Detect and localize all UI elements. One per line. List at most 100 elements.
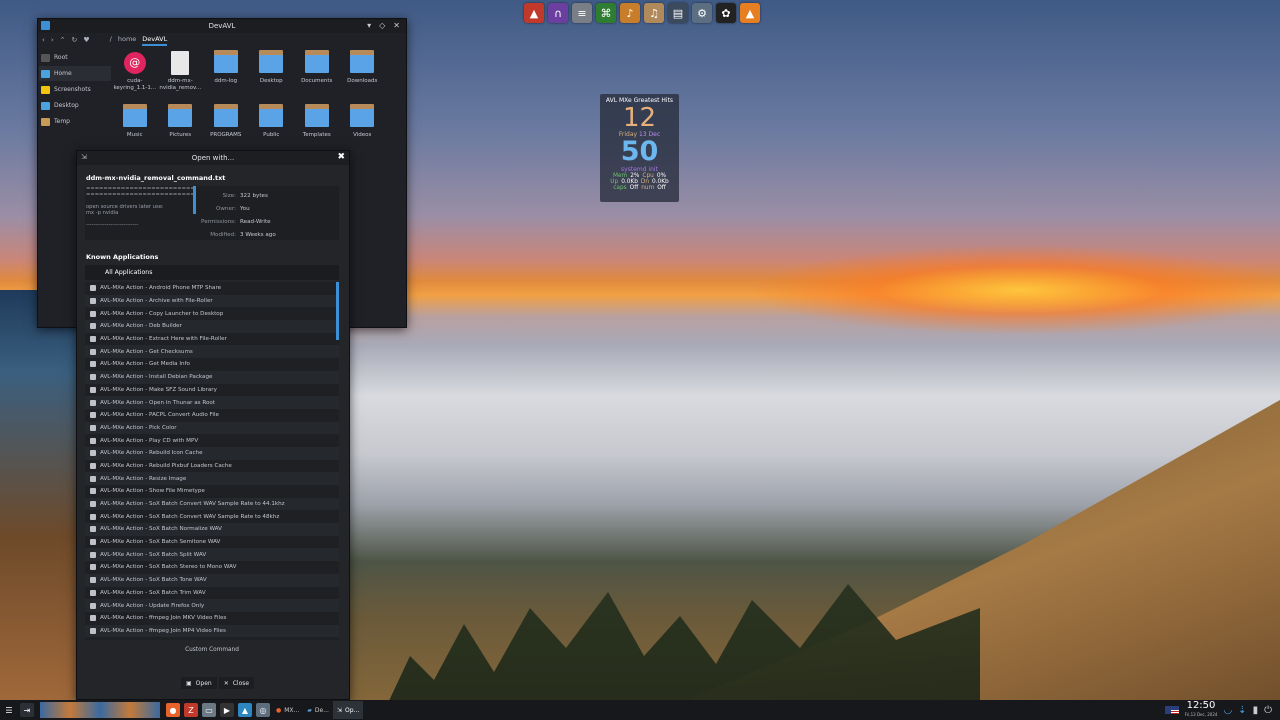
close-icon[interactable]: ✖ bbox=[337, 152, 345, 162]
sidebar-item-root[interactable]: Root bbox=[39, 50, 111, 65]
application-list-item[interactable]: AVL-MXe Action - Extract Here with File-… bbox=[85, 333, 339, 346]
network-icon[interactable]: ◡ bbox=[1223, 705, 1232, 716]
breadcrumb-home[interactable]: home bbox=[118, 35, 136, 46]
application-list-item[interactable]: AVL-MXe Action - SoX Batch Normalize WAV bbox=[85, 523, 339, 536]
flag-icon[interactable] bbox=[1164, 706, 1179, 714]
sidebar-item-screenshots[interactable]: Screenshots bbox=[39, 82, 111, 97]
sidebar-item-home[interactable]: Home bbox=[39, 66, 111, 81]
application-list-item[interactable]: AVL-MXe Action - PACPL Convert Audio Fil… bbox=[85, 409, 339, 422]
back-icon[interactable]: ‹ bbox=[42, 36, 45, 44]
application-list-item[interactable]: AVL-MXe Action - SoX Batch Convert WAV S… bbox=[85, 510, 339, 523]
application-list-item[interactable]: AVL-MXe Action - ffmpeg Join MP4 Video F… bbox=[85, 624, 339, 638]
forward-icon[interactable]: › bbox=[51, 36, 54, 44]
application-list-scrollbar[interactable] bbox=[336, 282, 339, 340]
task-firefox[interactable]: ● MX... bbox=[272, 701, 303, 719]
task-open-with[interactable]: ⇲ Op... bbox=[332, 701, 364, 719]
reload-icon[interactable]: ↻ bbox=[72, 36, 78, 44]
property-row: Permissions: Read-Write bbox=[201, 215, 276, 228]
audio-icon[interactable]: ♪ bbox=[620, 3, 640, 23]
application-list-item[interactable]: AVL-MXe Action - Show File Mimetype bbox=[85, 485, 339, 498]
application-icon bbox=[90, 526, 96, 533]
breadcrumb-devavl[interactable]: DevAVL bbox=[142, 35, 168, 46]
folder-item[interactable]: ddm-log bbox=[203, 50, 249, 100]
application-list-item[interactable]: AVL-MXe Action - SoX Batch Split WAV bbox=[85, 548, 339, 562]
application-list-item[interactable]: AVL-MXe Action - Make SFZ Sound Library bbox=[85, 384, 339, 397]
filezilla-icon[interactable]: Z bbox=[184, 703, 198, 717]
terminal-icon[interactable]: ⌘ bbox=[596, 3, 616, 23]
open-button[interactable]: ▣ Open bbox=[181, 677, 217, 689]
launcher-icon[interactable]: ▲ bbox=[524, 3, 544, 23]
wallpaper-foreground-left bbox=[0, 290, 80, 700]
firefox-icon[interactable]: ● bbox=[166, 703, 180, 717]
up-icon[interactable]: ⌃ bbox=[60, 36, 66, 44]
application-list-item[interactable]: AVL-MXe Action - SoX Batch Convert WAV S… bbox=[85, 497, 339, 511]
headphones-icon[interactable]: ∩ bbox=[548, 3, 568, 23]
application-list-item[interactable]: AVL-MXe Action - Update Firefox Only bbox=[85, 599, 339, 612]
breadcrumb-root[interactable]: / bbox=[110, 35, 112, 46]
folder-item[interactable]: Downloads bbox=[340, 50, 386, 100]
editor-icon[interactable]: ▤ bbox=[668, 3, 688, 23]
close-icon[interactable]: ✕ bbox=[393, 21, 400, 30]
settings-icon[interactable]: ⚙ bbox=[692, 3, 712, 23]
folder-item[interactable]: Videos bbox=[340, 104, 386, 154]
preview-scrollbar[interactable] bbox=[193, 186, 196, 214]
application-list-item[interactable]: AVL-MXe Action - Resize Image bbox=[85, 472, 339, 485]
conky-init: systemd init bbox=[621, 166, 658, 173]
folder-item[interactable]: Desktop bbox=[249, 50, 295, 100]
all-applications-header[interactable]: All Applications bbox=[85, 265, 339, 280]
sidebar-item-label: Screenshots bbox=[54, 86, 91, 93]
file-manager-titlebar[interactable]: DevAVL ▾ ◇ ✕ bbox=[38, 19, 406, 33]
sidebar-item-desktop[interactable]: Desktop bbox=[39, 98, 111, 113]
vlc-icon[interactable]: ▲ bbox=[740, 3, 760, 23]
application-list-item[interactable]: AVL-MXe Action - SoX Batch Semitone WAV bbox=[85, 536, 339, 549]
application-list-item[interactable]: AVL-MXe Action - Archive with File-Rolle… bbox=[85, 294, 339, 308]
mixer-icon[interactable]: ≡ bbox=[572, 3, 592, 23]
folder-item[interactable]: PROGRAMS bbox=[203, 104, 249, 154]
application-list-item[interactable]: AVL-MXe Action - Pick Color bbox=[85, 421, 339, 435]
application-icon bbox=[90, 462, 96, 469]
workspace-thumbnails[interactable] bbox=[40, 702, 160, 718]
application-list-item[interactable]: AVL-MXe Action - Copy Launcher to Deskto… bbox=[85, 307, 339, 320]
application-list-item[interactable]: AVL-MXe Action - Deb Builder bbox=[85, 320, 339, 333]
application-list-item[interactable]: AVL-MXe Action - Install Debian Package bbox=[85, 370, 339, 384]
close-button[interactable]: ✕ Close bbox=[218, 677, 255, 689]
application-list-item[interactable]: AVL-MXe Action - Rebuild Icon Cache bbox=[85, 446, 339, 460]
application-list-item[interactable]: AVL-MXe Action - Play CD with MPV bbox=[85, 434, 339, 447]
application-list-item[interactable]: AVL-MXe Action - Rebuild Pixbuf Loaders … bbox=[85, 460, 339, 473]
application-list-item[interactable]: AVL-MXe Action - Android Phone MTP Share bbox=[85, 282, 339, 295]
drive-icon[interactable]: ▭ bbox=[202, 703, 216, 717]
application-list-item[interactable]: AVL-MXe Action - Open in Thunar as Root bbox=[85, 396, 339, 409]
menu-icon[interactable]: ☰ bbox=[2, 703, 16, 717]
chevron-down-icon[interactable]: ▾ bbox=[367, 21, 371, 30]
preview-line: ============================ bbox=[86, 192, 194, 198]
application-list-item[interactable]: AVL-MXe Action - Get Media Info bbox=[85, 358, 339, 371]
folder-item[interactable]: Templates bbox=[294, 104, 340, 154]
sidebar-item-temp[interactable]: Temp bbox=[39, 114, 111, 129]
clock[interactable]: 12:50 Fri,13 Dec, 2024 bbox=[1185, 701, 1218, 719]
application-list-item[interactable]: AVL-MXe Action - ffmpeg Join MKV Video F… bbox=[85, 612, 339, 625]
update-icon[interactable]: ⇣ bbox=[1238, 705, 1246, 716]
bookmark-icon[interactable]: ♥ bbox=[83, 36, 89, 44]
screenshot-icon[interactable]: ◎ bbox=[256, 703, 270, 717]
folder-item[interactable]: Music bbox=[112, 104, 158, 154]
desktop-pager-icon[interactable]: ⇥ bbox=[20, 703, 34, 717]
application-list-item[interactable]: AVL-MXe Action - SoX Batch Trim WAV bbox=[85, 587, 339, 600]
application-list-item[interactable]: AVL-MXe Action - Get Checksums bbox=[85, 345, 339, 359]
application-list-item[interactable]: AVL-MXe Action - SoX Batch Tone WAV bbox=[85, 573, 339, 587]
open-with-titlebar[interactable]: ⇲ Open with... ✖ bbox=[77, 151, 349, 165]
folder-item[interactable]: Public bbox=[249, 104, 295, 154]
image-icon[interactable]: ▲ bbox=[238, 703, 252, 717]
power-icon[interactable]: ⏻ bbox=[1264, 705, 1272, 716]
terminal-icon[interactable]: ▶ bbox=[220, 703, 234, 717]
folder-item[interactable]: Pictures bbox=[158, 104, 204, 154]
usb-icon[interactable]: ▮ bbox=[1253, 705, 1259, 716]
folder-item[interactable]: Documents bbox=[294, 50, 340, 100]
file-item[interactable]: @ cuda-keyring_1.1-1... bbox=[112, 50, 158, 100]
file-item[interactable]: ddm-mx-nvidia_remov... bbox=[158, 50, 204, 100]
custom-command-button[interactable]: Custom Command bbox=[85, 644, 339, 656]
task-file-manager[interactable]: ▰ De... bbox=[303, 701, 333, 719]
application-list-item[interactable]: AVL-MXe Action - SoX Batch Stereo to Mon… bbox=[85, 561, 339, 574]
maximize-icon[interactable]: ◇ bbox=[379, 21, 385, 30]
system-icon[interactable]: ✿ bbox=[716, 3, 736, 23]
guitar-icon[interactable]: ♫ bbox=[644, 3, 664, 23]
